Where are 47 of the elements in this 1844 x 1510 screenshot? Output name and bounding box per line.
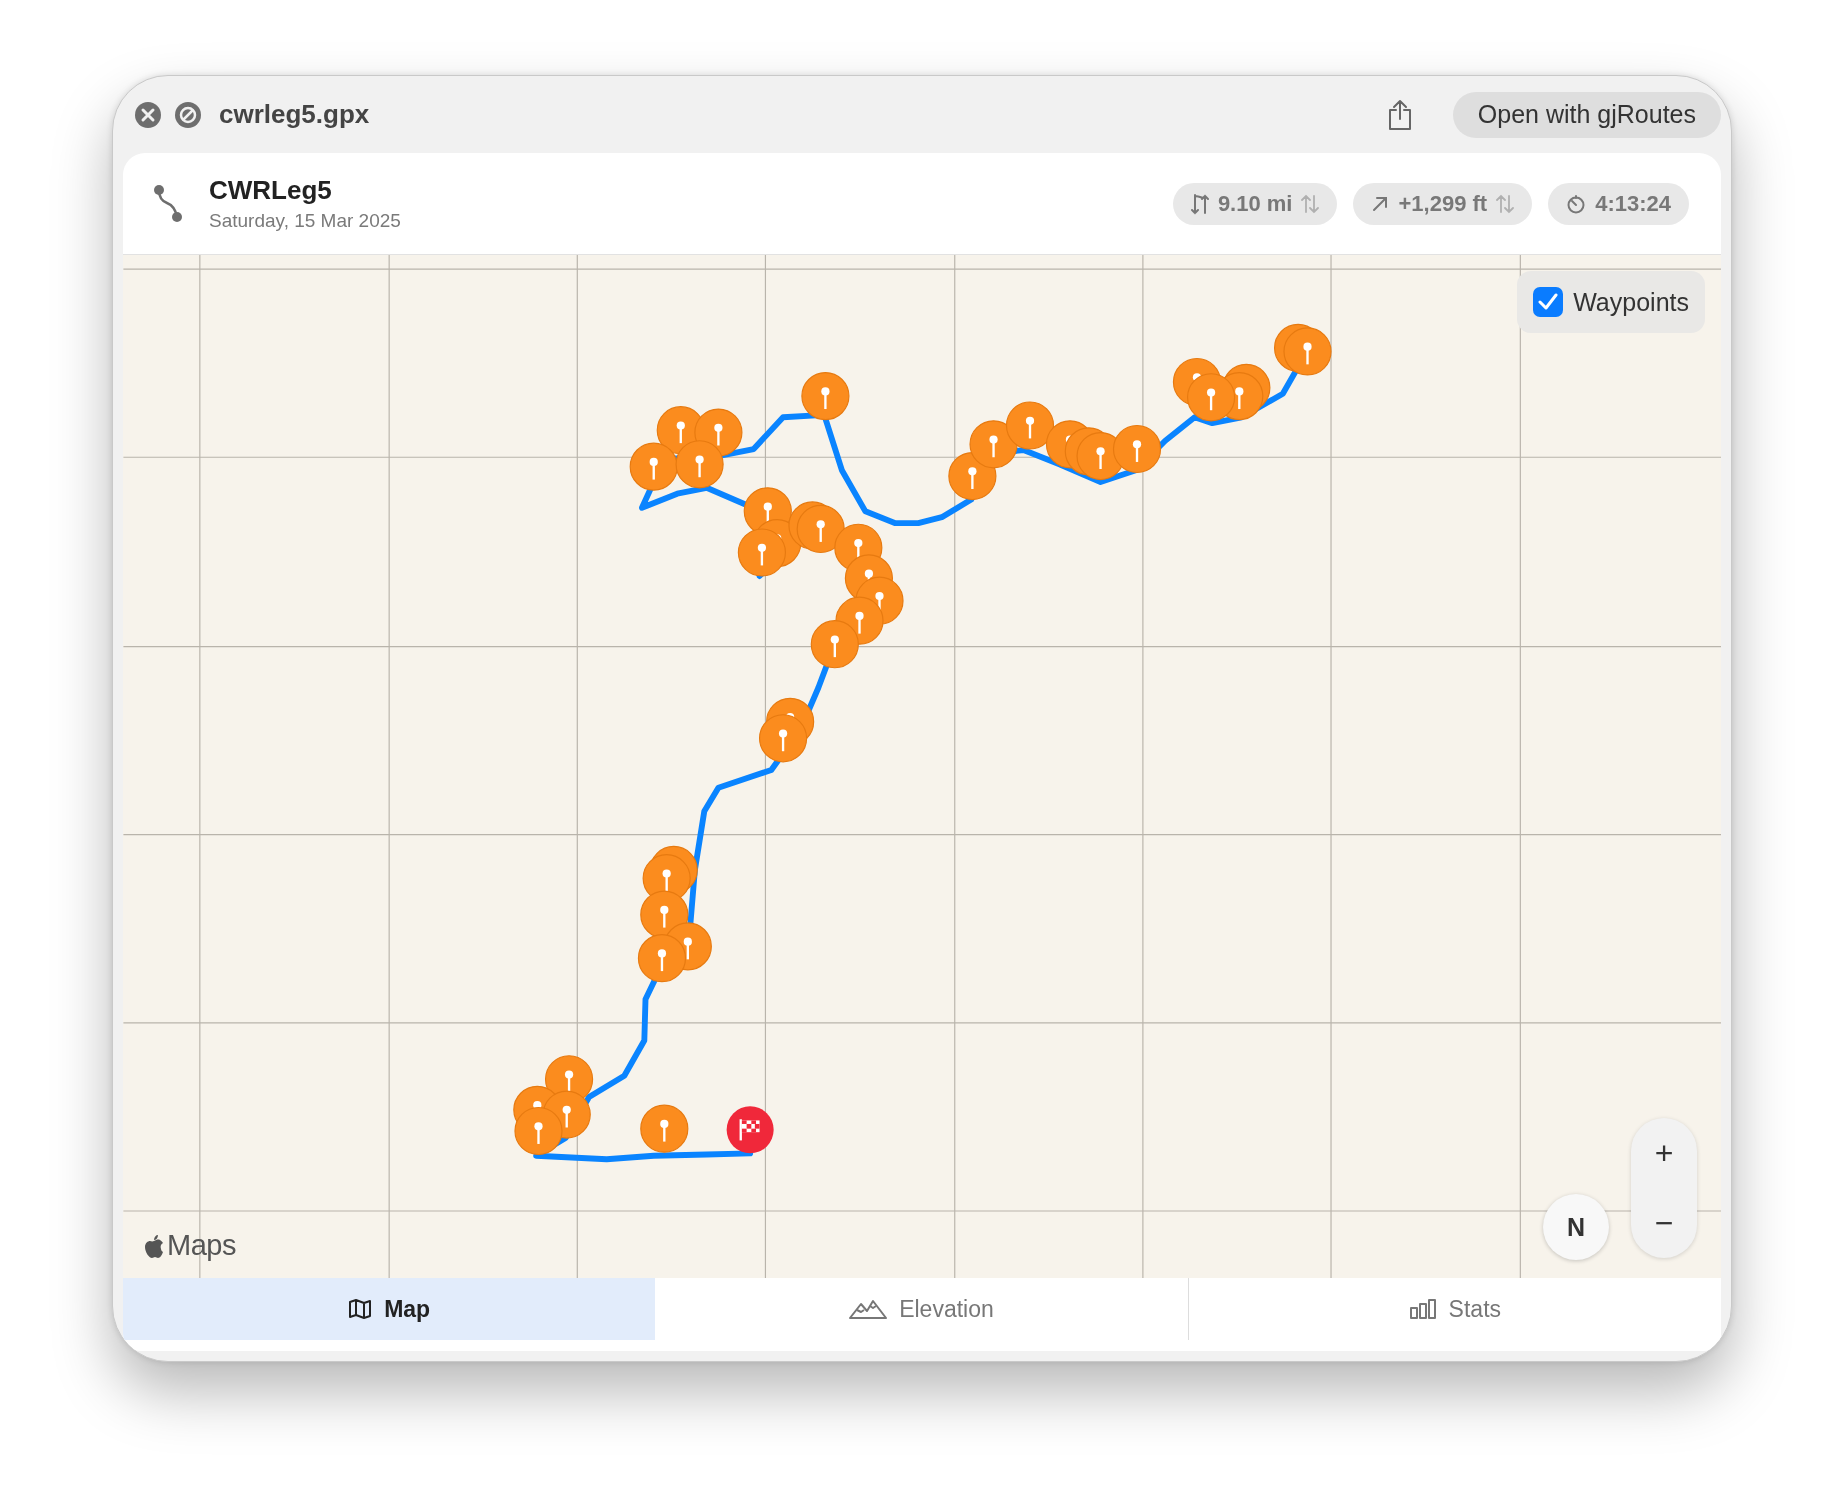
prohibited-icon[interactable] [175, 101, 201, 128]
finish-flag-marker[interactable] [726, 1106, 774, 1154]
map-icon [348, 1298, 373, 1320]
compass[interactable]: N [1543, 1194, 1609, 1260]
waypoint-marker[interactable] [514, 1106, 563, 1156]
mountains-icon [849, 1298, 888, 1320]
stat-pill[interactable]: 9.10 mi [1172, 182, 1338, 225]
waypoint-marker[interactable] [1005, 401, 1055, 450]
stat-pill[interactable]: +1,299 ft [1353, 182, 1533, 225]
map-view[interactable]: Waypoints Maps N + − [123, 255, 1721, 1278]
zoom-in-button[interactable]: + [1631, 1118, 1697, 1188]
route-date: Saturday, 15 Mar 2025 [209, 210, 401, 232]
share-icon[interactable] [1386, 98, 1413, 131]
apple-logo-icon [143, 1232, 165, 1259]
waypoint-marker[interactable] [629, 442, 678, 491]
stat-value: +1,299 ft [1398, 190, 1488, 217]
timer-icon [1566, 193, 1587, 214]
waypoint-marker[interactable] [737, 528, 786, 577]
stat-pill[interactable]: 4:13:24 [1548, 182, 1689, 225]
stat-value: 4:13:24 [1595, 190, 1671, 217]
close-icon[interactable] [135, 101, 161, 128]
waypoint-marker[interactable] [1283, 327, 1332, 376]
route-name: CWRLeg5 [209, 175, 333, 206]
arrow-icon [1371, 194, 1390, 213]
bar-chart-icon [1408, 1298, 1437, 1320]
tab[interactable]: Stats [1187, 1278, 1721, 1340]
stat-value: 9.10 mi [1217, 190, 1293, 217]
checkmark-icon [1538, 293, 1559, 311]
waypoint-marker[interactable] [758, 714, 808, 763]
open-with-button[interactable]: Open with gjRoutes [1452, 91, 1721, 138]
distance-icon [1190, 192, 1209, 215]
checkbox[interactable] [1533, 287, 1564, 317]
waypoint-marker[interactable] [1187, 373, 1236, 422]
waypoints-toggle[interactable]: Waypoints [1517, 271, 1705, 333]
waypoint-marker[interactable] [801, 372, 850, 421]
waypoint-marker[interactable] [1112, 424, 1162, 474]
zoom-out-button[interactable]: − [1631, 1188, 1697, 1258]
route-icon [153, 183, 185, 224]
maps-attribution: Maps [167, 1229, 236, 1262]
toggle-label: Waypoints [1573, 287, 1689, 317]
waypoint-marker[interactable] [796, 504, 845, 554]
window-title: cwrleg5.gpx [219, 99, 370, 130]
waypoint-marker[interactable] [637, 934, 687, 983]
waypoint-marker[interactable] [675, 440, 724, 489]
waypoint-marker[interactable] [810, 620, 859, 669]
tab[interactable]: Map [123, 1278, 656, 1340]
waypoint-marker[interactable] [640, 1104, 689, 1153]
